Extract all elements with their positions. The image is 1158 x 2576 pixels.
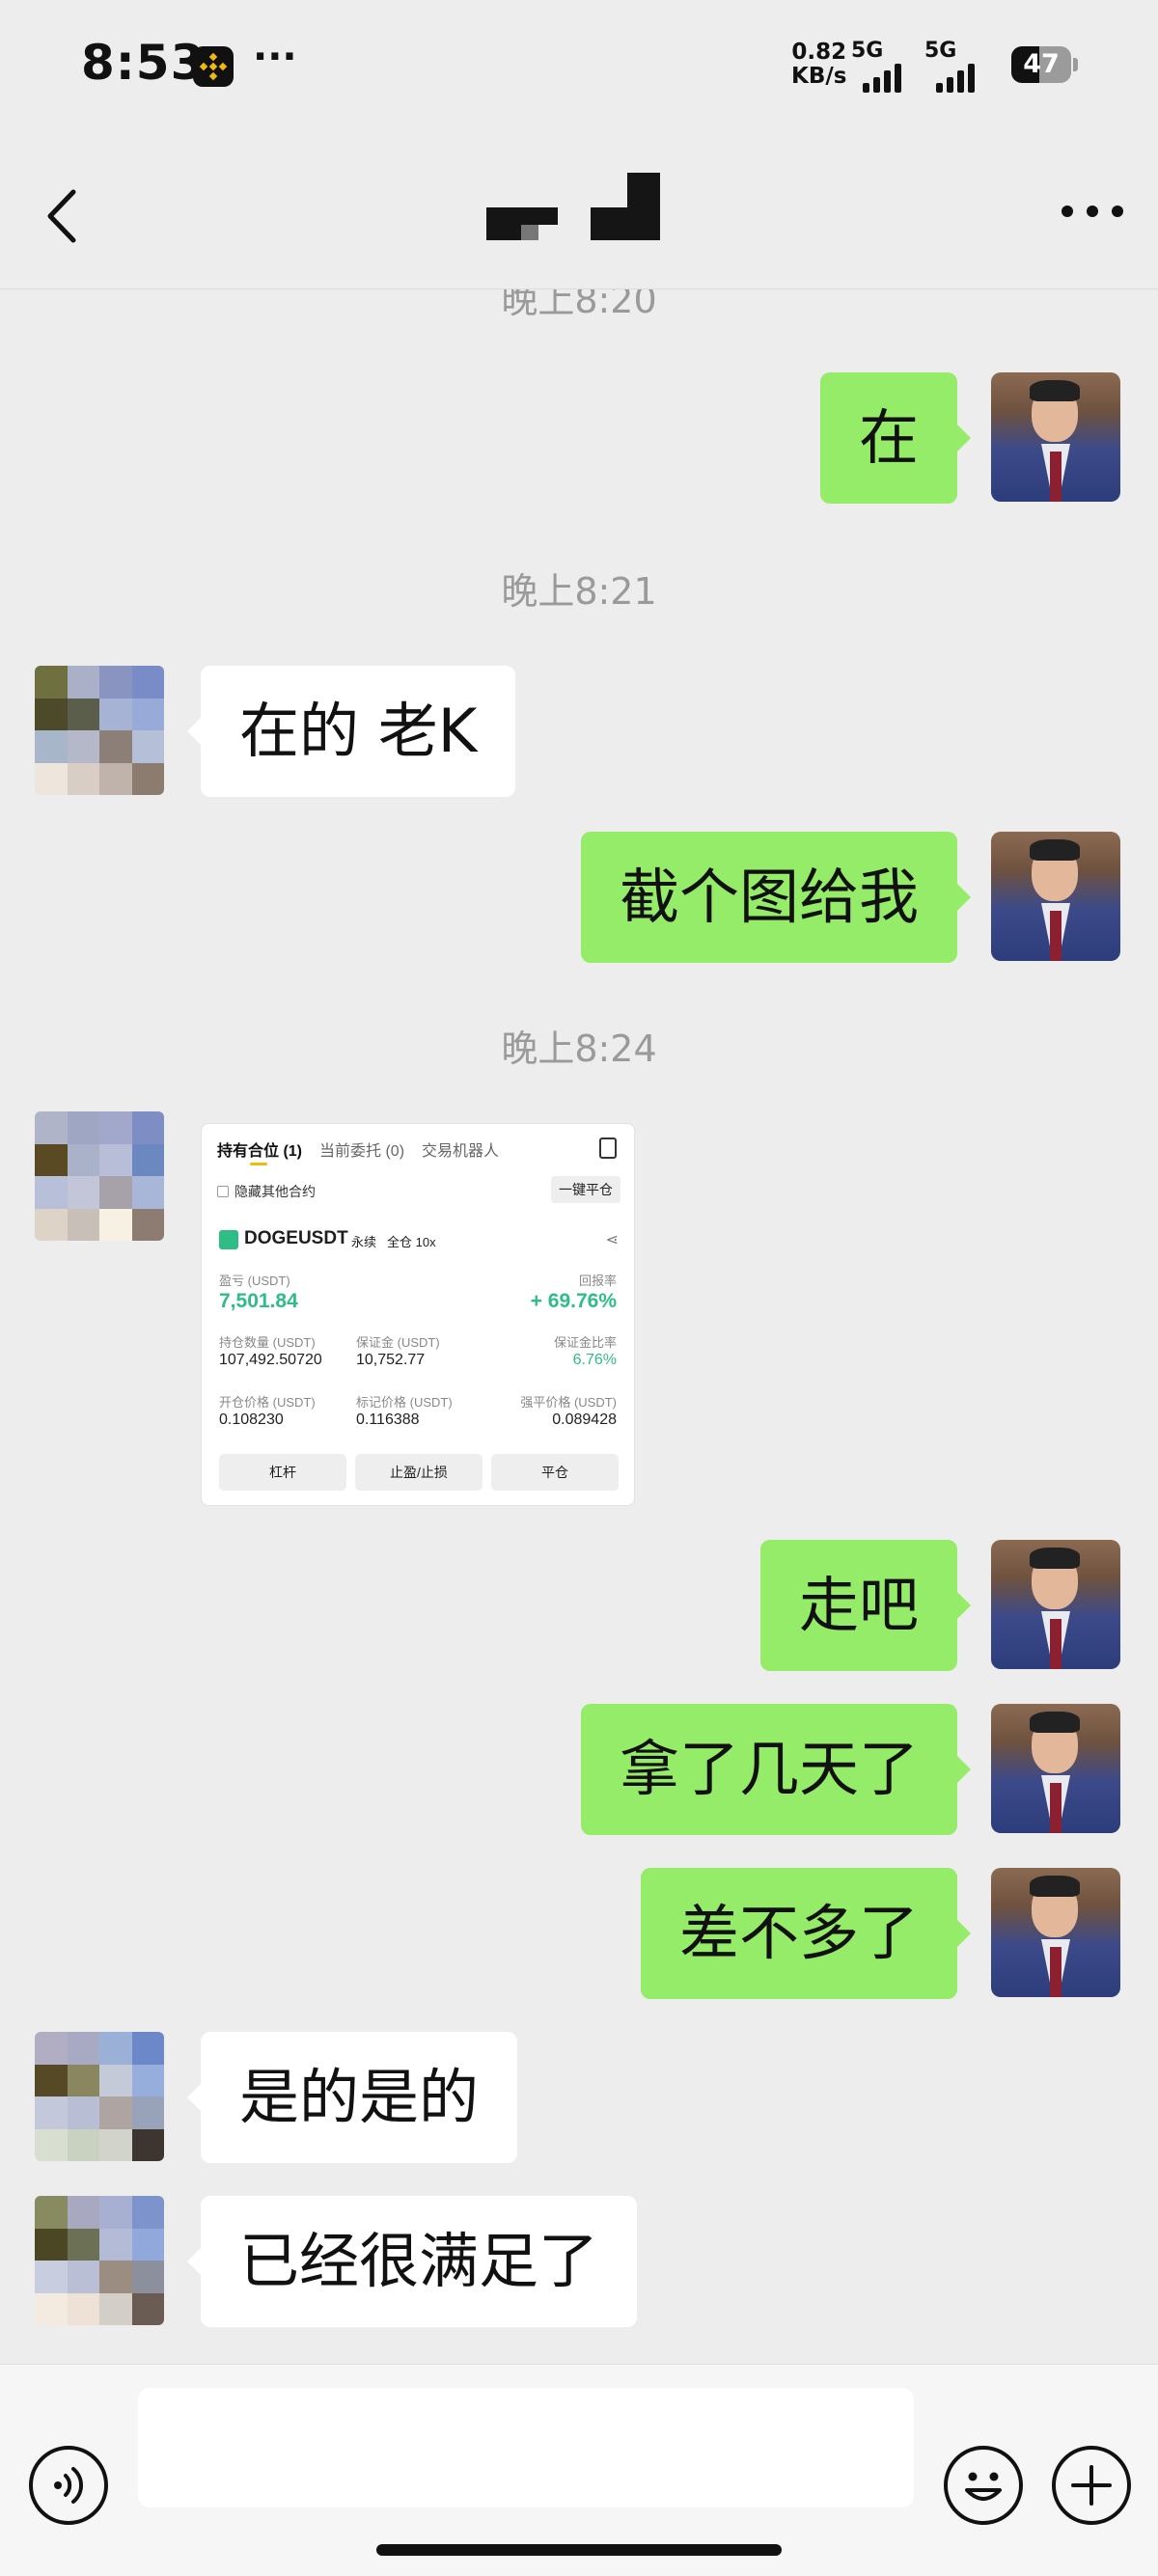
entry-price-label: 开仓价格 (USDT) [219, 1395, 316, 1410]
message-bubble[interactable]: 已经很满足了 [186, 2196, 638, 2327]
message-row-other: 在的 老K [0, 666, 1158, 797]
contact-avatar-pixelated[interactable] [35, 2032, 164, 2161]
size-label: 持仓数量 (USDT) [219, 1335, 316, 1350]
active-tab-indicator [250, 1163, 267, 1165]
timestamp: 晚上8:20 [501, 289, 657, 321]
message-bubble[interactable]: 在的 老K [186, 666, 516, 797]
contract-type: 永续 [351, 1235, 377, 1249]
hide-other-contracts: 隐藏其他合约 [217, 1182, 316, 1201]
size-value: 107,492.50720 [219, 1352, 322, 1368]
signal-bars-icon [936, 64, 975, 93]
message-row-me: 走吧 [0, 1540, 1158, 1671]
roi-value: + 69.76% [530, 1290, 617, 1312]
message-row-other: 已经很满足了 [0, 2196, 1158, 2327]
share-icon: ⋖ [605, 1232, 619, 1248]
pnl-value: 7,501.84 [219, 1290, 298, 1312]
contact-name-redacted[interactable] [482, 169, 666, 256]
margin-ratio-label: 保证金比率 [553, 1335, 617, 1350]
message-bubble[interactable]: 拿了几天了 [580, 1704, 972, 1835]
timestamp: 晚上8:21 [501, 570, 657, 613]
document-icon [599, 1137, 617, 1159]
network-speed-unit: KB/s [791, 64, 847, 89]
message-bubble[interactable]: 是的是的 [186, 2032, 518, 2163]
more-dots-icon[interactable] [1062, 206, 1123, 221]
pnl-label: 盈亏 (USDT) [219, 1274, 290, 1288]
entry-price-value: 0.108230 [219, 1411, 284, 1428]
signal-1-label: 5G [851, 39, 884, 63]
position-tabs: 持有合位 (1) 当前委托 (0) 交易机器人 [217, 1137, 516, 1161]
close-all-button: 一键平仓 [551, 1176, 620, 1203]
message-bubble[interactable]: 截个图给我 [580, 832, 972, 963]
emoji-icon[interactable] [944, 2446, 1023, 2525]
battery-tip [1073, 58, 1078, 71]
signal-bars-icon [863, 64, 901, 93]
message-row-me: 截个图给我 [0, 832, 1158, 963]
margin-label: 保证金 (USDT) [356, 1335, 440, 1350]
plus-icon[interactable] [1052, 2446, 1131, 2525]
contact-avatar-pixelated[interactable] [35, 1111, 164, 1241]
mark-price-value: 0.116388 [356, 1411, 420, 1428]
checkbox-icon [217, 1186, 229, 1197]
network-speed: 0.82 KB/s [791, 41, 846, 89]
back-chevron-icon[interactable] [41, 186, 89, 246]
contact-avatar-pixelated[interactable] [35, 666, 164, 795]
my-avatar[interactable] [991, 1868, 1120, 1997]
chat-messages[interactable]: 晚上8:20 在 晚上8:21 在的 老K 截个图给我 晚上8:24 持有合位 … [0, 289, 1158, 2364]
symbol: DOGEUSDT [244, 1228, 348, 1248]
position-screenshot-image[interactable]: 持有合位 (1) 当前委托 (0) 交易机器人 隐藏其他合约 一键平仓 DOGEUS… [201, 1123, 635, 1506]
battery-icon: 47 [1011, 46, 1071, 83]
network-speed-value: 0.82 [791, 40, 847, 65]
timestamp: 晚上8:24 [501, 1028, 657, 1070]
margin-ratio-value: 6.76% [572, 1352, 617, 1368]
leverage-button: 杠杆 [219, 1454, 346, 1491]
status-time: 8:53 [81, 35, 206, 91]
mark-price-label: 标记价格 (USDT) [356, 1395, 453, 1410]
my-avatar[interactable] [991, 372, 1120, 502]
tab-trading-bots: 交易机器人 [422, 1143, 500, 1160]
message-row-me: 差不多了 [0, 1868, 1158, 1999]
message-input-bar [0, 2364, 1158, 2576]
my-avatar[interactable] [991, 1540, 1120, 1669]
hide-others-label: 隐藏其他合约 [234, 1184, 316, 1199]
margin-mode: 全仓 10x [387, 1235, 436, 1249]
tp-sl-button: 止盈/止损 [355, 1454, 482, 1491]
roi-label: 回报率 [578, 1274, 617, 1288]
tab-positions: 持有合位 (1) [217, 1143, 303, 1160]
message-bubble[interactable]: 在 [819, 372, 972, 504]
close-position-button: 平仓 [491, 1454, 619, 1491]
status-overflow-dots: ··· [253, 35, 297, 79]
liq-price-value: 0.089428 [552, 1411, 617, 1428]
message-text-input[interactable] [138, 2388, 914, 2507]
chat-header [0, 130, 1158, 289]
my-avatar[interactable] [991, 832, 1120, 961]
signal-2-label: 5G [924, 39, 957, 63]
margin-value: 10,752.77 [356, 1352, 426, 1368]
home-indicator [376, 2544, 782, 2556]
status-bar: 8:53 ··· 0.82 KB/s 5G 5G 47 [0, 0, 1158, 130]
symbol-icon [219, 1230, 238, 1249]
tab-open-orders: 当前委托 (0) [319, 1143, 405, 1160]
binance-app-icon [193, 46, 234, 87]
message-bubble[interactable]: 走吧 [759, 1540, 972, 1671]
liq-price-label: 强平价格 (USDT) [520, 1395, 617, 1410]
battery-level: 47 [1023, 49, 1060, 79]
contact-avatar-pixelated[interactable] [35, 2196, 164, 2325]
voice-icon[interactable] [29, 2446, 108, 2525]
message-row-me: 拿了几天了 [0, 1704, 1158, 1835]
my-avatar[interactable] [991, 1704, 1120, 1833]
message-bubble[interactable]: 差不多了 [640, 1868, 972, 1999]
message-row-other: 是的是的 [0, 2032, 1158, 2163]
message-row-me: 在 [0, 372, 1158, 504]
